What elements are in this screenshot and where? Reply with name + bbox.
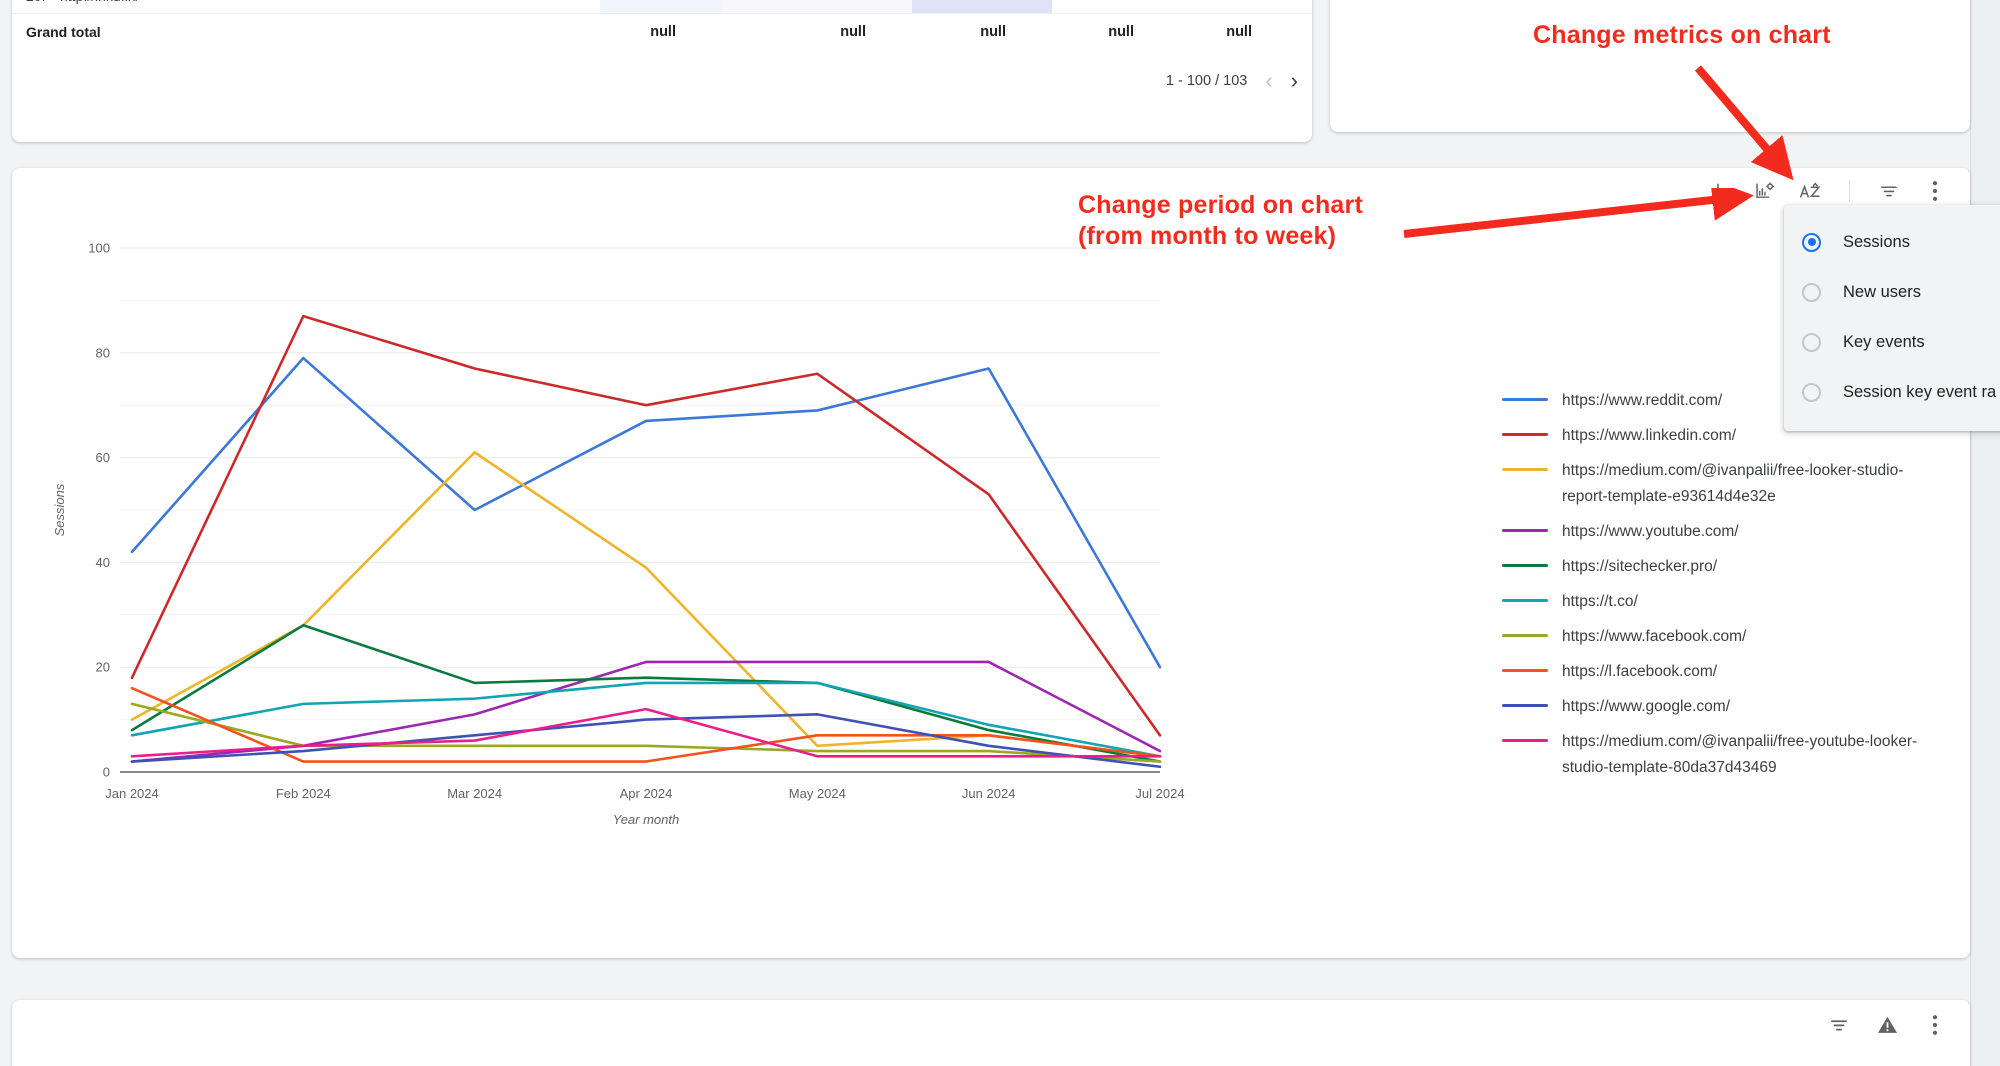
filter-icon[interactable]	[1876, 178, 1902, 204]
annotation-arrow-metrics	[1694, 65, 1794, 181]
annotation-arrow-period	[1403, 188, 1754, 238]
warning-icon[interactable]	[1874, 1012, 1900, 1038]
radio-icon	[1802, 332, 1821, 352]
menu-item-session-key-event-rate[interactable]: Session key event ra	[1784, 367, 2000, 417]
legend-item[interactable]: https://www.facebook.com/	[1492, 624, 1932, 650]
x-axis-tick-label: Jun 2024	[962, 786, 1016, 801]
y-axis-tick-label: 0	[103, 765, 110, 780]
bottom-table-header-row: Landing pagePage referrerSessionsAverage…	[12, 1058, 1970, 1066]
menu-item-label: Session key event ra	[1843, 382, 1997, 401]
chart-line-series[interactable]	[130, 451, 1162, 758]
legend-item[interactable]: https://medium.com/@ivanpalii/free-youtu…	[1492, 729, 1932, 781]
menu-item-label: Sessions	[1843, 232, 1910, 251]
legend-color-swatch	[1502, 468, 1548, 471]
more-vert-icon[interactable]	[1922, 1012, 1948, 1038]
x-axis-tick-label: Feb 2024	[276, 786, 331, 801]
grand-total-engagement: null	[980, 24, 1006, 40]
x-axis-tick-label: Mar 2024	[447, 786, 502, 801]
x-axis-tick-label: May 2024	[789, 786, 846, 801]
legend-color-swatch	[1502, 704, 1548, 707]
more-vert-icon[interactable]	[1922, 178, 1948, 204]
legend-color-swatch	[1502, 564, 1548, 567]
chart-line-series[interactable]	[130, 686, 1162, 763]
menu-item-label: New users	[1843, 282, 1921, 301]
legend-item[interactable]: https://medium.com/@ivanpalii/free-looke…	[1492, 458, 1932, 510]
annotation-change-metrics: Change metrics on chart	[1533, 21, 1831, 49]
legend-color-swatch	[1502, 669, 1548, 672]
legend-item-label: https://l.facebook.com/	[1562, 663, 1718, 680]
legend-item[interactable]: https://l.facebook.com/	[1492, 659, 1932, 685]
annotation-change-period: Change period on chart (from month to we…	[1078, 190, 1363, 252]
x-axis-tick-label: Apr 2024	[620, 786, 673, 801]
grand-total-avg-duration: null	[840, 24, 866, 40]
chevron-left-icon[interactable]: ‹	[1265, 70, 1272, 92]
legend-color-swatch	[1502, 398, 1548, 401]
legend-item[interactable]: https://sitechecker.pro/	[1492, 554, 1932, 580]
row-sessions: 6	[600, 0, 722, 13]
chart-plot-area: 0 20 40 60 80 100 Sessions Jan 2024 Feb 2024 Mar …	[12, 220, 1492, 920]
x-axis-title: Year month	[613, 812, 680, 827]
chevron-right-icon[interactable]: ›	[1291, 70, 1298, 92]
legend-item-label: https://www.facebook.com/	[1562, 628, 1747, 645]
filter-icon[interactable]	[1826, 1012, 1852, 1038]
row-key-events: 0	[1052, 0, 1182, 13]
y-axis-tick-label: 60	[96, 450, 110, 465]
row-index: 20.	[12, 0, 60, 13]
row-engagement-rate: 33.33%	[912, 0, 1052, 13]
legend-item-label: https://t.co/	[1562, 593, 1638, 610]
legend-item-label: https://medium.com/@ivanpalii/free-youtu…	[1562, 733, 1918, 776]
menu-item-key-events[interactable]: Key events	[1784, 317, 2000, 367]
grand-total-label: Grand total	[26, 24, 101, 40]
menu-item-sessions[interactable]: Sessions	[1784, 217, 2000, 267]
radio-selected-icon	[1802, 232, 1821, 252]
legend-color-swatch	[1502, 739, 1548, 742]
legend-item-label: https://www.linkedin.com/	[1562, 427, 1737, 444]
x-axis-tick-label: Jul 2024	[1135, 786, 1184, 801]
legend-item[interactable]: https://www.google.com/	[1492, 694, 1932, 720]
legend-item[interactable]: https://www.youtube.com/	[1492, 519, 1932, 545]
chart-legend: https://www.reddit.com/https://www.linke…	[1492, 388, 1932, 790]
bottom-table-toolbar	[1826, 1012, 1948, 1038]
y-axis-tick-label: 80	[96, 345, 110, 360]
legend-color-swatch	[1502, 529, 1548, 532]
legend-item[interactable]: https://t.co/	[1492, 589, 1932, 615]
legend-color-swatch	[1502, 433, 1548, 436]
menu-item-new-users[interactable]: New users	[1784, 267, 2000, 317]
grand-total-session-rate: null	[1226, 24, 1252, 40]
referrer-table-card: 19. https://jira.walmart.com/ 6 00:00:38…	[12, 0, 1312, 142]
landing-page-table-card: Landing pagePage referrerSessionsAverage…	[12, 1000, 1970, 1066]
page-right-gutter	[1970, 0, 2000, 1066]
legend-color-swatch	[1502, 599, 1548, 602]
radio-icon	[1802, 282, 1821, 302]
radio-icon	[1802, 382, 1821, 402]
table-pagination: 1 - 100 / 103 ‹ ›	[12, 50, 1312, 112]
line-chart-svg: 0 20 40 60 80 100 Sessions Jan 2024 Feb 2024 Mar …	[52, 241, 1185, 828]
legend-item-label: https://medium.com/@ivanpalii/free-looke…	[1562, 462, 1904, 505]
legend-item-label: https://www.youtube.com/	[1562, 523, 1739, 540]
legend-item-label: https://www.reddit.com/	[1562, 392, 1723, 409]
toolbar-divider	[1849, 180, 1850, 202]
y-axis-tick-label: 20	[96, 660, 110, 675]
legend-color-swatch	[1502, 634, 1548, 637]
legend-item-label: https://www.google.com/	[1562, 698, 1730, 715]
table-grand-total-row: Grand total null null null null null	[12, 14, 1312, 50]
grand-total-key-events: null	[1108, 24, 1134, 40]
row-url[interactable]: http://lnkd.in/	[60, 0, 600, 13]
annotation-period-line2: (from month to week)	[1078, 221, 1337, 250]
table-row[interactable]: 20. http://lnkd.in/ 6 00:03:42 33.33% 0 …	[12, 0, 1312, 14]
sessions-trend-chart-card: 0 20 40 60 80 100 Sessions Jan 2024 Feb 2024 Mar …	[12, 168, 1970, 958]
row-session-key-rate: 0%	[1182, 0, 1308, 13]
metric-selector-menu: Sessions New users Key events Session ke…	[1784, 205, 2000, 431]
pagination-range: 1 - 100 / 103	[1165, 73, 1248, 89]
y-axis-tick-label: 40	[96, 555, 110, 570]
x-axis-tick-label: Jan 2024	[105, 786, 159, 801]
menu-item-label: Key events	[1843, 332, 1925, 351]
y-axis-title: Sessions	[52, 483, 67, 536]
annotation-period-line1: Change period on chart	[1078, 191, 1363, 219]
y-axis-tick-label: 100	[88, 241, 110, 256]
legend-item-label: https://sitechecker.pro/	[1562, 558, 1718, 575]
row-avg-duration: 00:03:42	[722, 0, 912, 13]
grand-total-sessions: null	[650, 24, 676, 40]
